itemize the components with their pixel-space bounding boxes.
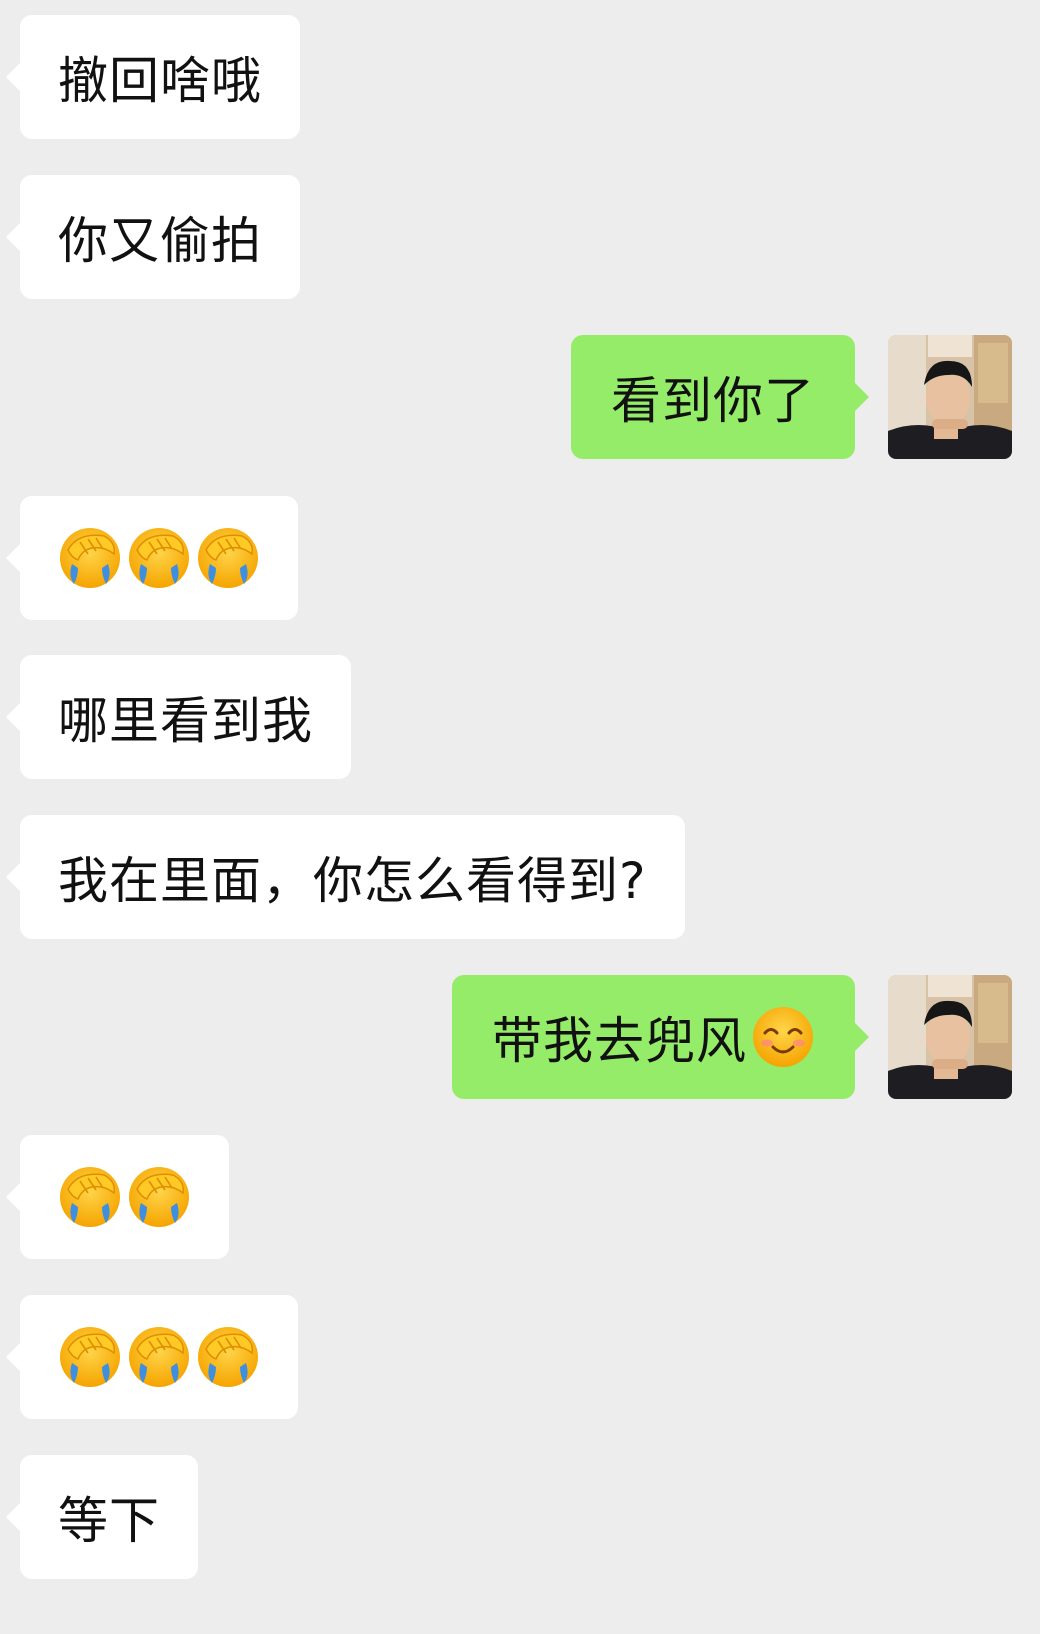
message-bubble-incoming[interactable]: 等下 <box>6 1455 198 1579</box>
face-palm-crying-emoji-icon <box>58 1165 122 1229</box>
avatar-photo-icon <box>888 975 1012 1099</box>
message-bubble-incoming[interactable] <box>6 496 298 620</box>
message-text: 带我去兜风 <box>492 1012 747 1070</box>
message-text: 我在里面，你怎么看得到? <box>58 852 647 910</box>
message-bubble-incoming[interactable]: 你又偷拍 <box>6 175 300 299</box>
message-text: 撤回啥哦 <box>58 52 262 110</box>
message-text: 看到你了 <box>611 372 815 430</box>
face-palm-crying-emoji-icon <box>127 1325 191 1389</box>
message-text: 等下 <box>58 1492 160 1550</box>
message-bubble-incoming[interactable] <box>6 1295 298 1419</box>
message-bubble-outgoing[interactable]: 看到你了 <box>571 335 869 459</box>
face-palm-crying-emoji-icon <box>196 526 260 590</box>
face-palm-crying-emoji-icon <box>58 526 122 590</box>
user-avatar[interactable] <box>888 335 1012 459</box>
face-palm-crying-emoji-icon <box>127 1165 191 1229</box>
message-bubble-incoming[interactable] <box>6 1135 229 1259</box>
message-text: 哪里看到我 <box>58 692 313 750</box>
user-avatar[interactable] <box>888 975 1012 1099</box>
message-bubble-incoming[interactable]: 撤回啥哦 <box>6 15 300 139</box>
blush-smile-emoji-icon <box>751 1005 815 1069</box>
avatar-photo-icon <box>888 335 1012 459</box>
message-bubble-outgoing[interactable]: 带我去兜风 <box>452 975 869 1099</box>
face-palm-crying-emoji-icon <box>196 1325 260 1389</box>
face-palm-crying-emoji-icon <box>127 526 191 590</box>
face-palm-crying-emoji-icon <box>58 1325 122 1389</box>
message-bubble-incoming[interactable]: 我在里面，你怎么看得到? <box>6 815 685 939</box>
message-text: 你又偷拍 <box>58 212 262 270</box>
message-bubble-incoming[interactable]: 哪里看到我 <box>6 655 351 779</box>
